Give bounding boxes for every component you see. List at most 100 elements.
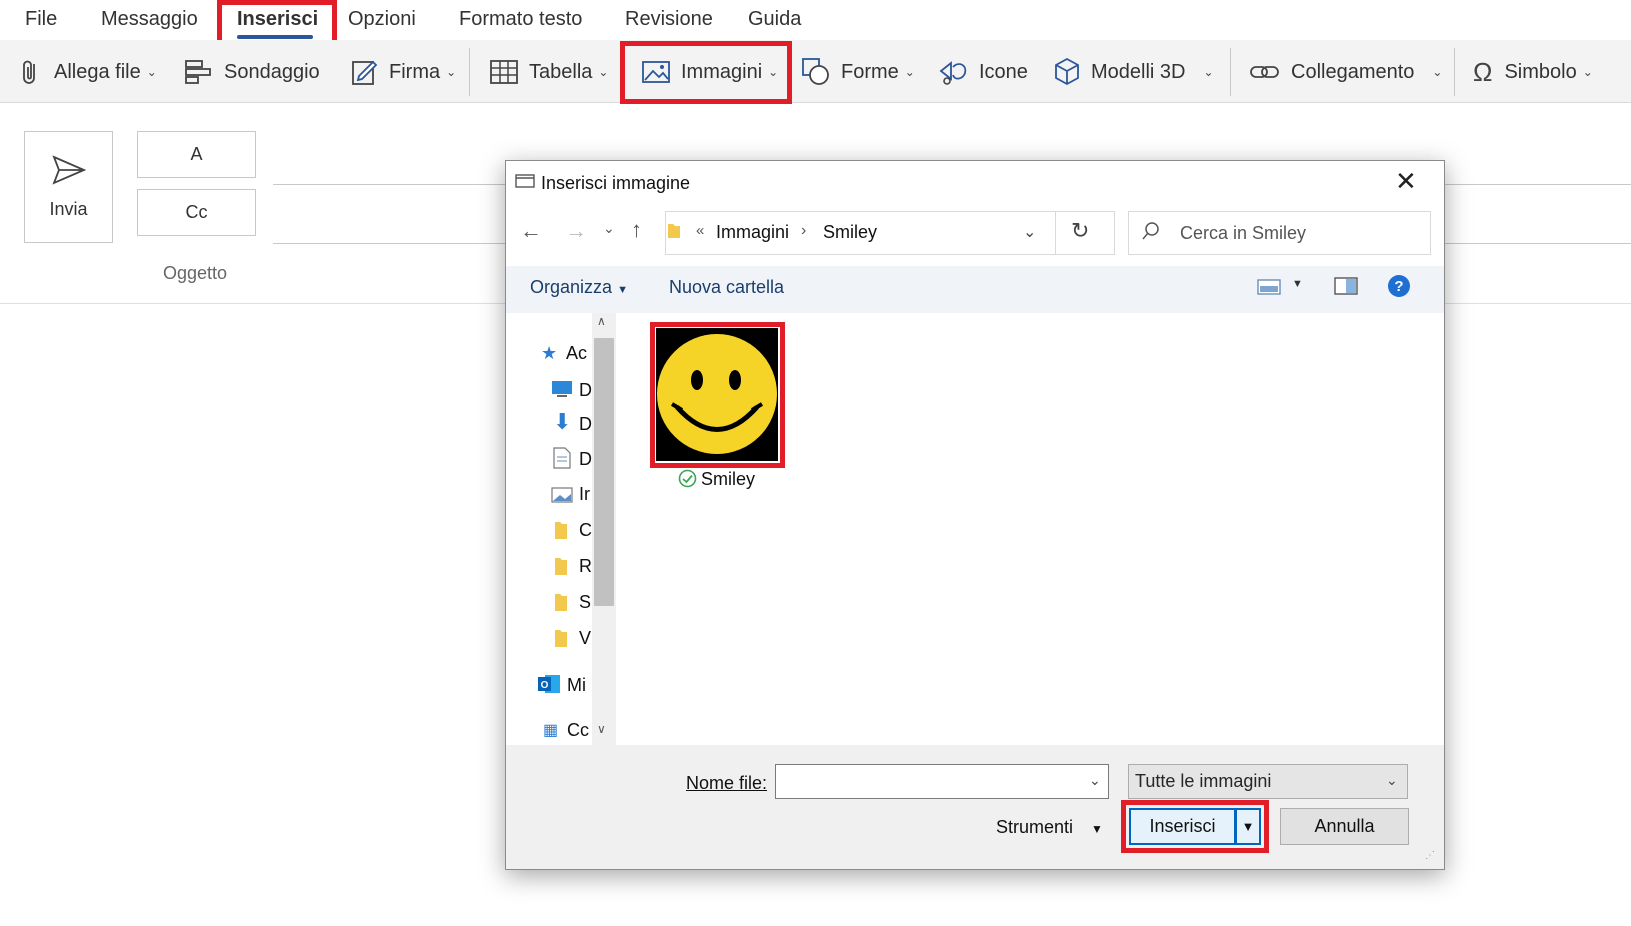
filename-label: Nome file:	[686, 773, 768, 793]
view-options-icon[interactable]	[1257, 278, 1281, 296]
image-icon	[642, 61, 670, 83]
nav-item-desktop[interactable]: D	[579, 380, 592, 401]
file-type-dropdown-icon[interactable]: ⌄	[1386, 772, 1398, 789]
recent-locations-chevron-icon[interactable]: ⌄	[603, 220, 615, 237]
new-folder-button[interactable]: Nuova cartella	[669, 277, 784, 298]
nav-item-downloads[interactable]: D	[579, 414, 592, 435]
dialog-title: Inserisci immagine	[541, 173, 691, 193]
send-button[interactable]: Invia	[24, 131, 113, 243]
downloads-icon: ⬇	[553, 409, 572, 434]
address-dropdown-chevron-icon[interactable]: ⌄	[1023, 222, 1036, 242]
link-label: Collegamento	[1291, 60, 1415, 83]
nav-item-folder-v[interactable]: V	[579, 628, 592, 649]
poll-icon	[185, 60, 211, 84]
nav-item-documents[interactable]: D	[579, 449, 592, 470]
ribbon-separator	[1230, 48, 1231, 96]
dropdown-arrow-icon: ▼	[617, 284, 628, 296]
help-icon[interactable]: ?	[1387, 274, 1411, 298]
signature-button[interactable]: Firma ⌄	[351, 54, 456, 90]
cc-button[interactable]: Cc	[137, 189, 256, 236]
view-options-dropdown-icon[interactable]: ▼	[1292, 278, 1303, 290]
images-button[interactable]: Immagini ⌄	[641, 54, 778, 90]
symbol-label: Simbolo	[1504, 60, 1577, 83]
tools-label: Strumenti	[996, 817, 1074, 837]
attach-file-label: Allega file	[54, 60, 141, 83]
folder-icon	[555, 594, 567, 611]
folder-icon	[555, 522, 567, 539]
folder-icon	[555, 630, 567, 647]
preview-pane-icon[interactable]	[1334, 276, 1358, 296]
tab-file[interactable]: File	[25, 8, 57, 31]
breadcrumb-smiley[interactable]: Smiley	[823, 222, 877, 243]
send-label: Invia	[49, 198, 88, 219]
close-icon[interactable]: ✕	[1395, 166, 1417, 197]
poll-button[interactable]: Sondaggio	[184, 54, 320, 90]
chevron-down-icon: ⌄	[1582, 65, 1593, 79]
subject-label: Oggetto	[163, 263, 228, 283]
breadcrumb-images[interactable]: Immagini	[716, 222, 789, 243]
nav-item-computer[interactable]: Cc	[567, 720, 592, 741]
icons-gallery-icon	[939, 61, 967, 85]
file-type-value: Tutte le immagini	[1135, 771, 1272, 791]
chevron-down-icon: ⌄	[446, 65, 457, 79]
nav-item-folder-r[interactable]: R	[579, 556, 592, 577]
ribbon-separator	[469, 48, 470, 96]
to-button[interactable]: A	[137, 131, 256, 178]
forward-arrow-icon[interactable]: →	[565, 218, 587, 244]
breadcrumb-overflow[interactable]: «	[696, 222, 704, 239]
file-type-select[interactable]: Tutte le immagini	[1128, 764, 1408, 799]
nav-item-folder-c[interactable]: C	[579, 520, 592, 541]
scroll-up-icon[interactable]: ∧	[597, 314, 606, 328]
organize-button[interactable]: Organizza ▼	[530, 277, 628, 298]
tools-button[interactable]: Strumenti ▼	[996, 817, 1103, 838]
3d-models-button[interactable]: Modelli 3D ⌄	[1053, 54, 1214, 90]
insert-dropdown-arrow-icon[interactable]: ▼	[1236, 808, 1261, 845]
table-button[interactable]: Tabella ⌄	[489, 54, 608, 90]
chevron-down-icon: ⌄	[146, 65, 157, 79]
omega-icon: Ω	[1473, 56, 1493, 87]
tab-options[interactable]: Opzioni	[348, 8, 416, 31]
breadcrumb-separator-icon: ›	[801, 222, 807, 239]
resize-grip-icon[interactable]: ⋰	[1425, 850, 1435, 861]
insert-button[interactable]: Inserisci	[1129, 808, 1236, 845]
scroll-down-icon[interactable]: ∨	[597, 722, 606, 736]
nav-item-folder-s[interactable]: S	[579, 592, 592, 613]
search-icon	[1142, 222, 1159, 240]
tab-insert[interactable]: Inserisci	[237, 8, 318, 31]
tab-message[interactable]: Messaggio	[101, 8, 198, 31]
folder-icon	[668, 224, 680, 238]
icons-button[interactable]: Icone	[937, 54, 1028, 90]
command-bar	[506, 266, 1444, 313]
sync-check-icon	[678, 469, 697, 488]
attach-file-button[interactable]: Allega file ⌄	[20, 54, 157, 90]
back-arrow-icon[interactable]: ←	[520, 218, 542, 244]
filename-input[interactable]	[775, 764, 1109, 799]
tab-review[interactable]: Revisione	[625, 8, 713, 31]
nav-item-pictures[interactable]: Ir	[579, 484, 592, 505]
chevron-down-icon: ⌄	[1203, 65, 1214, 79]
search-placeholder: Cerca in Smiley	[1180, 223, 1307, 243]
shapes-button[interactable]: Forme ⌄	[801, 54, 915, 90]
send-icon	[51, 154, 86, 185]
chevron-down-icon: ⌄	[768, 65, 779, 79]
address-separator	[1055, 211, 1056, 255]
tab-text-format[interactable]: Formato testo	[459, 8, 582, 31]
symbol-button[interactable]: Ω Simbolo ⌄	[1473, 54, 1593, 90]
link-button[interactable]: Collegamento ⌄	[1249, 54, 1442, 90]
smiley-thumbnail	[656, 328, 778, 461]
nav-item-outlook[interactable]: Mi	[567, 675, 592, 696]
computer-grid-icon: ▦	[543, 722, 559, 739]
organize-label: Organizza	[530, 277, 613, 297]
cube-3d-icon	[1055, 57, 1079, 86]
desktop-icon	[552, 381, 572, 397]
scrollbar-thumb[interactable]	[594, 338, 614, 606]
signature-label: Firma	[389, 60, 441, 83]
filename-dropdown-icon[interactable]: ⌄	[1089, 772, 1101, 789]
file-item-smiley[interactable]	[650, 322, 784, 467]
up-arrow-icon[interactable]: ↑	[631, 217, 642, 243]
cancel-button[interactable]: Annulla	[1280, 808, 1409, 845]
refresh-icon[interactable]: ↻	[1071, 218, 1089, 244]
documents-icon	[553, 447, 571, 469]
3d-models-label: Modelli 3D	[1091, 60, 1186, 83]
tab-help[interactable]: Guida	[748, 8, 801, 31]
